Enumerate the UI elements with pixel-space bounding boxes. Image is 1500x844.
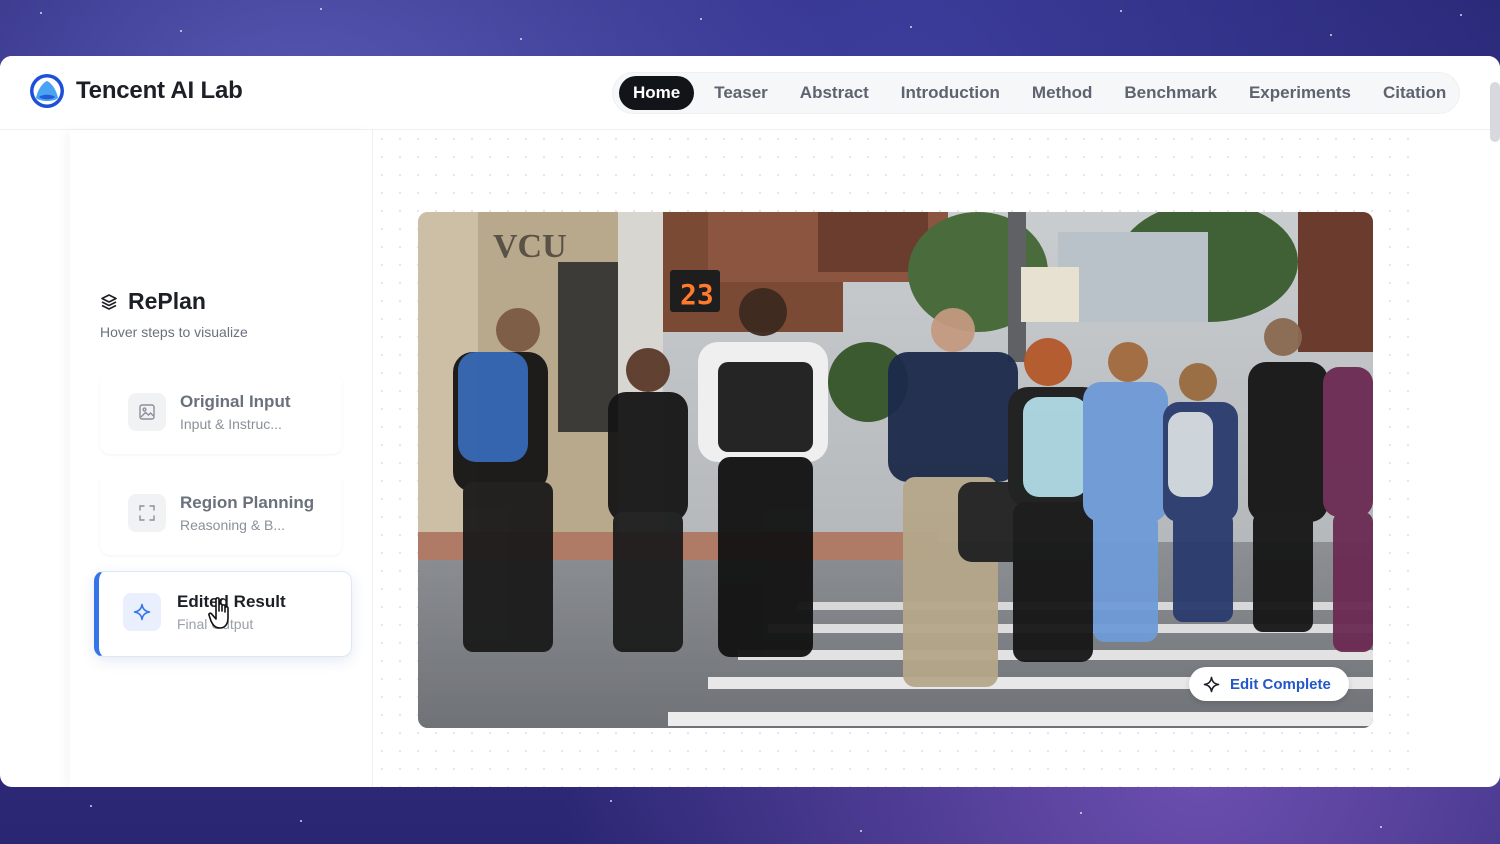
sparkle-icon	[123, 593, 161, 631]
top-navbar: Tencent AI Lab Home Teaser Abstract Intr…	[0, 56, 1500, 130]
nav-introduction[interactable]: Introduction	[885, 76, 1016, 110]
step-original-input[interactable]: Original Input Input & Instruc...	[100, 372, 342, 454]
nav-pill-bar: Home Teaser Abstract Introduction Method…	[612, 72, 1460, 114]
nav-method[interactable]: Method	[1016, 76, 1108, 110]
step-title: Region Planning	[180, 493, 315, 512]
pedestrian-signal-count: 23	[680, 278, 714, 311]
nav-home[interactable]: Home	[619, 76, 695, 110]
step-description: Input & Instruc...	[180, 416, 282, 432]
replan-sidebar: RePlan Hover steps to visualize Original…	[70, 130, 373, 787]
step-description: Reasoning & B...	[180, 517, 286, 533]
layers-icon	[101, 293, 117, 310]
brand[interactable]: Tencent AI Lab	[28, 72, 243, 110]
nav-teaser[interactable]: Teaser	[698, 76, 784, 110]
image-icon	[128, 393, 166, 431]
visualization-panel: VCU 23 Edit Complete	[373, 130, 1419, 787]
sidebar-title: RePlan	[100, 288, 206, 315]
nav-citation[interactable]: Citation	[1367, 76, 1462, 110]
page-scrollbar[interactable]	[1490, 82, 1500, 142]
nav-benchmark[interactable]: Benchmark	[1108, 76, 1233, 110]
edit-complete-badge: Edit Complete	[1189, 667, 1349, 701]
tencent-ai-lab-logo	[30, 74, 64, 108]
badge-label: Edit Complete	[1230, 675, 1331, 693]
sparkle-icon	[1203, 676, 1220, 692]
nav-abstract[interactable]: Abstract	[784, 76, 885, 110]
edited-result-image: VCU 23 Edit Complete	[418, 212, 1373, 728]
step-title: Original Input	[180, 392, 291, 411]
hand-cursor-icon	[208, 597, 229, 629]
scan-frame-icon	[128, 494, 166, 532]
sidebar-subtitle: Hover steps to visualize	[100, 324, 248, 340]
brand-name: Tencent AI Lab	[76, 77, 243, 104]
browser-window: Tencent AI Lab Home Teaser Abstract Intr…	[0, 56, 1500, 787]
svg-text:VCU: VCU	[493, 228, 567, 265]
step-region-planning[interactable]: Region Planning Reasoning & B...	[100, 473, 342, 555]
nav-experiments[interactable]: Experiments	[1233, 76, 1367, 110]
sidebar-title-text: RePlan	[128, 288, 206, 314]
